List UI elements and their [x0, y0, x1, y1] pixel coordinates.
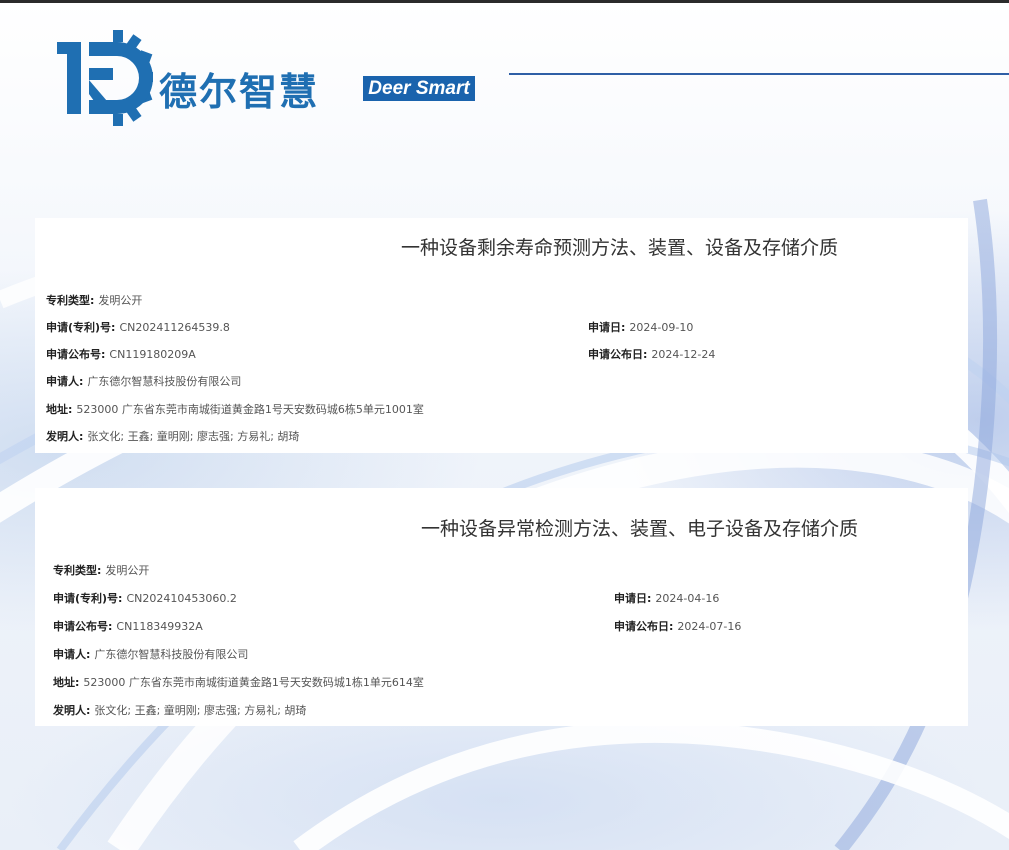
application-date-value: 2024-09-10	[629, 321, 694, 334]
patent-type-label: 专利类型:	[46, 294, 95, 307]
application-number-row: 申请(专利)号: CN202410453060.2	[53, 590, 237, 606]
inventors-value: 张文化; 王鑫; 童明刚; 廖志强; 方易礼; 胡琦	[94, 704, 307, 717]
publication-date-value: 2024-07-16	[677, 620, 742, 633]
patent-card-1: 一种设备剩余寿命预测方法、装置、设备及存储介质 专利类型: 发明公开 申请(专利)…	[35, 218, 968, 453]
applicant-row: 申请人: 广东德尔智慧科技股份有限公司	[53, 646, 248, 662]
applicant-label: 申请人:	[46, 375, 84, 388]
header-divider	[509, 73, 1009, 75]
patent-type-value: 发明公开	[105, 564, 150, 577]
patent-type-value: 发明公开	[98, 294, 143, 307]
applicant-label: 申请人:	[53, 648, 91, 661]
address-value: 523000 广东省东莞市南城街道黄金路1号天安数码城6栋5单元1001室	[76, 403, 424, 416]
application-date-row: 申请日: 2024-04-16	[614, 590, 719, 606]
publication-number-value: CN119180209A	[109, 348, 196, 361]
application-number-value: CN202411264539.8	[119, 321, 230, 334]
brand-name-en: Deer Smart	[363, 76, 475, 101]
inventors-label: 发明人:	[46, 430, 84, 443]
application-date-row: 申请日: 2024-09-10	[588, 319, 693, 335]
application-date-value: 2024-04-16	[655, 592, 720, 605]
application-date-label: 申请日:	[588, 321, 626, 334]
application-number-label: 申请(专利)号:	[46, 321, 116, 334]
application-number-label: 申请(专利)号:	[53, 592, 123, 605]
publication-number-row: 申请公布号: CN119180209A	[46, 346, 196, 362]
brand-logo: 德尔智慧 Deer Smart	[55, 28, 475, 128]
inventors-row: 发明人: 张文化; 王鑫; 童明刚; 廖志强; 方易礼; 胡琦	[46, 428, 299, 444]
patent-type-row: 专利类型: 发明公开	[53, 562, 149, 578]
publication-number-row: 申请公布号: CN118349932A	[53, 618, 203, 634]
application-number-row: 申请(专利)号: CN202411264539.8	[46, 319, 230, 335]
patent-title: 一种设备异常检测方法、装置、电子设备及存储介质	[421, 518, 859, 540]
inventors-value: 张文化; 王鑫; 童明刚; 廖志强; 方易礼; 胡琦	[87, 430, 300, 443]
inventors-label: 发明人:	[53, 704, 91, 717]
publication-date-label: 申请公布日:	[588, 348, 648, 361]
address-label: 地址:	[53, 676, 80, 689]
application-date-label: 申请日:	[614, 592, 652, 605]
brand-name-cn: 德尔智慧	[159, 70, 320, 114]
address-value: 523000 广东省东莞市南城街道黄金路1号天安数码城1栋1单元614室	[83, 676, 424, 689]
publication-number-label: 申请公布号:	[53, 620, 113, 633]
address-row: 地址: 523000 广东省东莞市南城街道黄金路1号天安数码城1栋1单元614室	[53, 674, 424, 690]
address-row: 地址: 523000 广东省东莞市南城街道黄金路1号天安数码城6栋5单元1001室	[46, 401, 424, 417]
publication-number-value: CN118349932A	[116, 620, 203, 633]
patent-card-2: 一种设备异常检测方法、装置、电子设备及存储介质 专利类型: 发明公开 申请(专利)…	[35, 488, 968, 726]
publication-number-label: 申请公布号:	[46, 348, 106, 361]
applicant-row: 申请人: 广东德尔智慧科技股份有限公司	[46, 373, 241, 389]
address-label: 地址:	[46, 403, 73, 416]
patent-type-label: 专利类型:	[53, 564, 102, 577]
patent-title: 一种设备剩余寿命预测方法、装置、设备及存储介质	[401, 237, 839, 259]
patent-type-row: 专利类型: 发明公开	[46, 292, 142, 308]
inventors-row: 发明人: 张文化; 王鑫; 童明刚; 廖志强; 方易礼; 胡琦	[53, 702, 306, 718]
applicant-value: 广东德尔智慧科技股份有限公司	[87, 375, 242, 388]
publication-date-label: 申请公布日:	[614, 620, 674, 633]
publication-date-value: 2024-12-24	[651, 348, 716, 361]
ds-gear-logo-icon	[57, 30, 153, 126]
publication-date-row: 申请公布日: 2024-12-24	[588, 346, 715, 362]
application-number-value: CN202410453060.2	[126, 592, 237, 605]
publication-date-row: 申请公布日: 2024-07-16	[614, 618, 741, 634]
applicant-value: 广东德尔智慧科技股份有限公司	[94, 648, 249, 661]
top-border	[0, 0, 1009, 3]
